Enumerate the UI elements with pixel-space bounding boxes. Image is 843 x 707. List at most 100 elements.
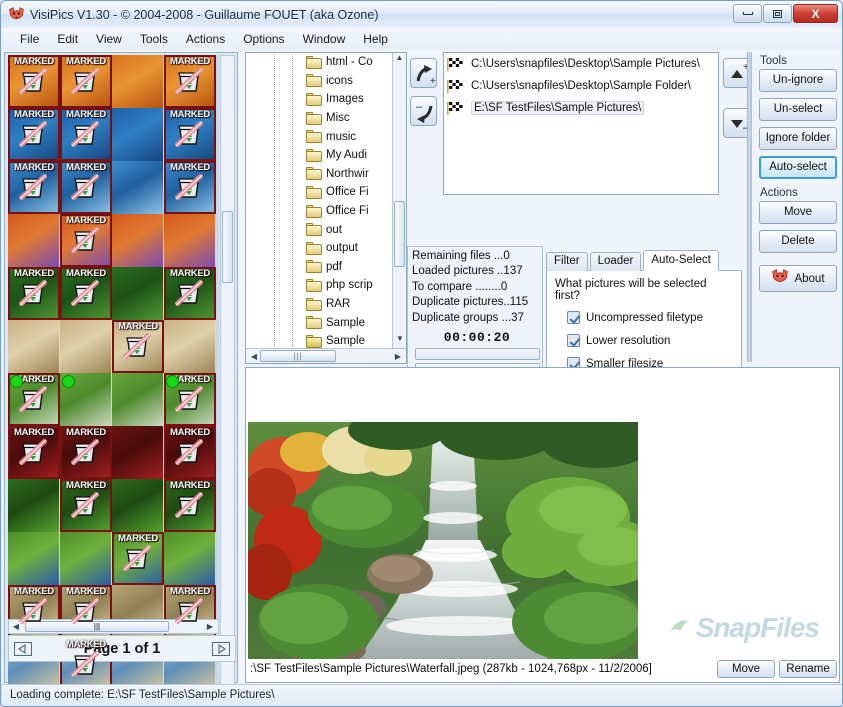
menu-item-view[interactable]: View [88, 30, 130, 48]
thumbnail-item[interactable]: MARKED [8, 373, 60, 426]
tree-node[interactable]: ▹Sample [246, 313, 392, 332]
tree-node[interactable]: RAR [246, 295, 392, 314]
tree-node[interactable]: ▹pdf [246, 258, 392, 277]
tree-node[interactable]: ▹Sample [246, 332, 392, 348]
scroll-right-icon[interactable]: ▶ [203, 622, 217, 631]
thumbnail-item[interactable]: MARKED [60, 161, 112, 214]
thumbnail-item[interactable] [112, 267, 164, 320]
selected-paths-list[interactable]: C:\Users\snapfiles\Desktop\Sample Pictur… [443, 52, 719, 195]
thumbnail-item[interactable] [112, 55, 164, 108]
thumbnail-item[interactable]: MARKED [164, 373, 216, 426]
thumbnail-item[interactable] [112, 373, 164, 426]
thumbnail-item[interactable]: MARKED [112, 320, 164, 373]
add-folder-button[interactable]: + [410, 58, 437, 88]
thumbnail-item[interactable]: MARKED [164, 108, 216, 161]
move-path-down-button[interactable]: – [723, 108, 750, 138]
thumbnail-item[interactable]: MARKED [60, 108, 112, 161]
tree-node[interactable]: output [246, 239, 392, 258]
thumbnail-item[interactable]: MARKED [60, 214, 112, 267]
menu-item-options[interactable]: Options [235, 30, 292, 48]
menu-item-tools[interactable]: Tools [132, 30, 176, 48]
tree-scroll-up-icon[interactable]: ▲ [393, 53, 406, 67]
thumbnail-item[interactable] [112, 479, 164, 532]
tree-node[interactable]: ▹Misc [246, 109, 392, 128]
tree-node[interactable]: music [246, 127, 392, 146]
thumbnail-item[interactable] [60, 532, 112, 585]
thumbnail-item[interactable]: MARKED [164, 55, 216, 108]
minimize-button[interactable] [733, 4, 762, 23]
thumbnail-item[interactable] [164, 214, 216, 267]
tree-node[interactable]: Office Fi [246, 202, 392, 221]
thumbnail-item[interactable] [164, 320, 216, 373]
tree-node[interactable]: Office Fi [246, 183, 392, 202]
un-ignore-button[interactable]: Un-ignore [759, 69, 837, 92]
tree-node[interactable]: ▹My Audi [246, 146, 392, 165]
tree-vertical-scrollbar[interactable]: ▲ ▼ [392, 53, 406, 348]
un-select-button[interactable]: Un-select [759, 98, 837, 121]
tree-node[interactable]: ▹Images [246, 90, 392, 109]
folder-tree[interactable]: ▹html - Coicons▹Images▹Miscmusic▹My Audi… [246, 53, 392, 348]
thumbnail-scroll-thumb[interactable] [222, 211, 233, 283]
thumbnail-item[interactable]: MARKED [164, 267, 216, 320]
thumbnail-item[interactable]: MARKED [8, 161, 60, 214]
close-button[interactable]: X [793, 4, 838, 23]
about-button[interactable]: About [759, 265, 837, 292]
tab-filter[interactable]: Filter [546, 252, 588, 271]
move-file-button[interactable]: Move [717, 660, 775, 678]
menu-item-edit[interactable]: Edit [49, 30, 86, 48]
thumbnail-item[interactable] [112, 161, 164, 214]
next-page-button[interactable] [211, 639, 231, 659]
tree-scroll-left-icon[interactable]: ◀ [247, 352, 261, 361]
thumbnail-item[interactable]: MARKED [164, 161, 216, 214]
thumbnail-item[interactable] [8, 214, 60, 267]
thumbnail-item[interactable]: MARKED [60, 426, 112, 479]
tree-node[interactable]: ▹html - Co [246, 53, 392, 72]
thumbnail-item[interactable]: MARKED [60, 55, 112, 108]
preview-image[interactable] [248, 422, 638, 659]
tab-auto-select[interactable]: Auto-Select [643, 250, 718, 271]
ignore-folder-button[interactable]: Ignore folder [759, 127, 837, 150]
thumbnail-item[interactable]: MARKED [8, 55, 60, 108]
menu-item-file[interactable]: File [12, 30, 47, 48]
tree-node[interactable]: icons [246, 72, 392, 91]
thumbnail-item[interactable]: MARKED [8, 426, 60, 479]
tab-loader[interactable]: Loader [590, 252, 642, 271]
thumbnail-item[interactable] [60, 320, 112, 373]
thumbnail-grid[interactable]: MARKEDMARKEDMARKEDMARKEDMARKEDMARKEDMARK… [8, 55, 219, 689]
menu-item-window[interactable]: Window [295, 30, 354, 48]
tree-hscroll-thumb[interactable]: ||| [260, 350, 336, 362]
thumbnail-item[interactable] [112, 426, 164, 479]
thumbnail-item[interactable] [60, 373, 112, 426]
thumbnail-item[interactable] [8, 320, 60, 373]
thumbnail-item[interactable] [112, 214, 164, 267]
checkbox-row-lower-resolution[interactable]: Lower resolution [567, 334, 733, 347]
thumbnail-item[interactable]: MARKED [164, 479, 216, 532]
move-action-button[interactable]: Move [759, 201, 837, 224]
menu-item-help[interactable]: Help [355, 30, 396, 48]
previous-page-button[interactable] [13, 639, 33, 659]
menu-item-actions[interactable]: Actions [178, 30, 233, 48]
restore-button[interactable] [763, 4, 792, 23]
thumbnail-item[interactable]: MARKED [8, 108, 60, 161]
tree-scroll-down-icon[interactable]: ▼ [393, 334, 407, 348]
thumbnail-item[interactable] [8, 532, 60, 585]
path-list-item[interactable]: C:\Users\snapfiles\Desktop\Sample Folder… [444, 75, 718, 97]
rename-file-button[interactable]: Rename [779, 660, 837, 678]
tree-scroll-thumb[interactable] [394, 201, 405, 267]
thumbnail-item[interactable]: MARKED [112, 532, 164, 585]
folder-tree-panel[interactable]: ▹html - Coicons▹Images▹Miscmusic▹My Audi… [245, 52, 407, 364]
path-list-item[interactable]: C:\Users\snapfiles\Desktop\Sample Pictur… [444, 53, 718, 75]
path-list-item[interactable]: E:\SF TestFiles\Sample Pictures\ [444, 97, 718, 119]
checkbox-row-uncompressed-filetype[interactable]: Uncompressed filetype [567, 311, 733, 324]
checkbox-uncompressed-filetype[interactable] [567, 311, 580, 324]
remove-folder-button[interactable]: – [410, 96, 437, 126]
thumbnail-item[interactable]: MARKED [8, 267, 60, 320]
tree-node[interactable]: php scrip [246, 276, 392, 295]
thumbnail-item[interactable]: MARKED [164, 426, 216, 479]
tree-node[interactable]: ▹out [246, 220, 392, 239]
auto-select-button[interactable]: Auto-select [759, 156, 837, 179]
delete-action-button[interactable]: Delete [759, 230, 837, 253]
tree-scroll-right-icon[interactable]: ▶ [391, 352, 405, 361]
thumbnail-item[interactable]: MARKED [60, 267, 112, 320]
tree-horizontal-scrollbar[interactable]: ◀ ||| ▶ [246, 348, 406, 363]
